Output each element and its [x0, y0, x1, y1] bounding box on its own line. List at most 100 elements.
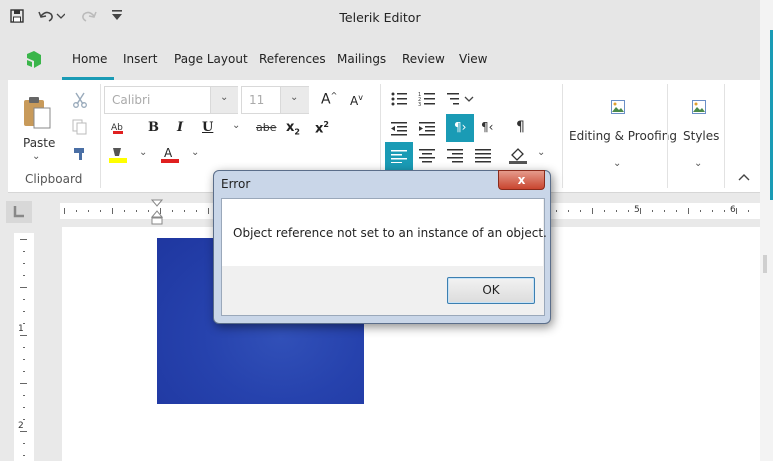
- paste-button[interactable]: Paste: [23, 136, 55, 150]
- editing-proofing-icon[interactable]: [611, 100, 625, 114]
- vertical-ruler[interactable]: [14, 233, 34, 461]
- ruler-tick: [20, 383, 27, 384]
- ruler-tick: [148, 210, 149, 212]
- tab-view[interactable]: View: [459, 52, 487, 66]
- dialog-message: Object reference not set to an instance …: [233, 226, 547, 240]
- editing-proofing-dropdown-icon[interactable]: ⌄: [613, 158, 621, 169]
- align-right-icon[interactable]: [447, 148, 463, 164]
- font-family-select[interactable]: Calibri ⌄: [104, 86, 238, 114]
- font-color-dropdown-icon[interactable]: ⌄: [191, 147, 199, 158]
- font-family-dropdown-icon[interactable]: ⌄: [210, 87, 238, 113]
- ruler-tick: [604, 210, 605, 212]
- ruler-tick: [100, 210, 101, 212]
- ruler-tick: [112, 208, 113, 214]
- highlight-color-icon[interactable]: [108, 146, 128, 164]
- collapse-ribbon-icon[interactable]: [738, 171, 750, 181]
- tab-mailings[interactable]: Mailings: [337, 52, 386, 66]
- tab-stop-icon: [13, 206, 24, 218]
- strikethrough-icon[interactable]: abe: [256, 121, 277, 134]
- tab-selector[interactable]: [6, 201, 32, 223]
- ruler-tick: [556, 210, 557, 212]
- font-color-icon[interactable]: A: [160, 146, 180, 164]
- decrease-indent-icon[interactable]: [390, 120, 408, 136]
- font-size-select[interactable]: 11 ⌄: [241, 86, 309, 114]
- superscript-icon[interactable]: x2: [315, 120, 329, 136]
- vertical-scrollbar[interactable]: [760, 0, 773, 461]
- ruler-tick: [664, 210, 665, 212]
- ruler-tick: [23, 443, 25, 444]
- font-family-value: Calibri: [112, 93, 151, 107]
- ruler-number-6: 6: [730, 205, 736, 215]
- tab-insert[interactable]: Insert: [123, 52, 157, 66]
- ruler-tick: [23, 455, 25, 456]
- editing-proofing-button[interactable]: Editing & Proofing: [569, 129, 677, 143]
- dialog-close-button[interactable]: x: [498, 170, 545, 190]
- tab-home[interactable]: Home: [72, 52, 107, 66]
- ruler-tick: [23, 371, 25, 372]
- group-divider: [562, 84, 563, 188]
- rtl-paragraph-icon[interactable]: ¶‹: [481, 120, 493, 134]
- group-divider: [100, 84, 101, 188]
- bullets-icon[interactable]: [390, 91, 408, 107]
- ruler-tick: [676, 210, 677, 212]
- ruler-tick: [652, 210, 653, 212]
- paste-dropdown-icon[interactable]: ⌄: [32, 151, 40, 162]
- ruler-tick: [23, 347, 25, 348]
- align-center-icon[interactable]: [419, 148, 435, 164]
- font-size-value: 11: [249, 93, 265, 107]
- ruler-tick: [76, 210, 77, 212]
- indent-marker-icon[interactable]: [150, 199, 164, 225]
- styles-dropdown-icon[interactable]: ⌄: [694, 158, 702, 169]
- ruler-tick: [23, 395, 25, 396]
- bold-icon[interactable]: B: [148, 120, 159, 135]
- tab-references[interactable]: References: [259, 52, 326, 66]
- ruler-tick: [724, 210, 725, 212]
- ruler-tick: [23, 419, 25, 420]
- app-logo-icon[interactable]: [24, 50, 44, 70]
- subscript-icon[interactable]: x2: [286, 120, 300, 137]
- ruler-tick: [23, 407, 25, 408]
- ruler-tick: [20, 239, 27, 240]
- ruler-tick: [640, 208, 641, 214]
- tab-review[interactable]: Review: [402, 52, 445, 66]
- tab-page-layout[interactable]: Page Layout: [174, 52, 248, 66]
- shading-icon[interactable]: [508, 146, 528, 164]
- grow-font-icon[interactable]: A^: [321, 91, 337, 108]
- justify-icon[interactable]: [475, 148, 491, 164]
- ltr-paragraph-icon: ¶›: [454, 120, 467, 134]
- shading-dropdown-icon[interactable]: ⌄: [537, 147, 545, 158]
- clipboard-group-label: Clipboard: [25, 172, 83, 186]
- multilevel-list-icon[interactable]: [446, 91, 476, 107]
- ruler-tick: [616, 210, 617, 212]
- scrollbar-thumb[interactable]: [763, 255, 767, 273]
- show-formatting-icon[interactable]: ¶: [516, 119, 525, 135]
- font-size-dropdown-icon[interactable]: ⌄: [280, 87, 309, 113]
- group-divider: [667, 84, 668, 188]
- numbering-icon[interactable]: 123: [418, 91, 436, 108]
- styles-button[interactable]: Styles: [683, 129, 719, 143]
- align-left-button[interactable]: [385, 142, 413, 170]
- clear-formatting-icon[interactable]: Ab: [110, 120, 126, 136]
- ruler-tick: [20, 431, 27, 432]
- ruler-tick: [712, 210, 713, 212]
- increase-indent-icon[interactable]: [418, 120, 436, 136]
- align-left-icon: [391, 150, 407, 163]
- ruler-tick: [568, 210, 569, 212]
- paste-icon[interactable]: [22, 96, 54, 130]
- highlight-dropdown-icon[interactable]: ⌄: [139, 147, 147, 158]
- ok-button[interactable]: OK: [447, 277, 535, 304]
- dialog-title: Error: [221, 177, 251, 191]
- ruler-tick: [20, 287, 27, 288]
- underline-icon[interactable]: U: [202, 120, 213, 135]
- styles-icon[interactable]: [692, 100, 706, 114]
- cut-icon[interactable]: [72, 92, 88, 108]
- ruler-tick: [184, 210, 185, 212]
- vruler-number-2: 2: [18, 421, 24, 431]
- format-painter-icon[interactable]: [72, 146, 88, 162]
- ruler-tick: [136, 210, 137, 212]
- shrink-font-icon[interactable]: Av: [350, 93, 363, 108]
- italic-icon[interactable]: I: [177, 120, 183, 135]
- copy-icon[interactable]: [72, 119, 88, 135]
- ltr-paragraph-button[interactable]: ¶›: [446, 114, 474, 142]
- underline-dropdown-icon[interactable]: ⌄: [232, 120, 240, 131]
